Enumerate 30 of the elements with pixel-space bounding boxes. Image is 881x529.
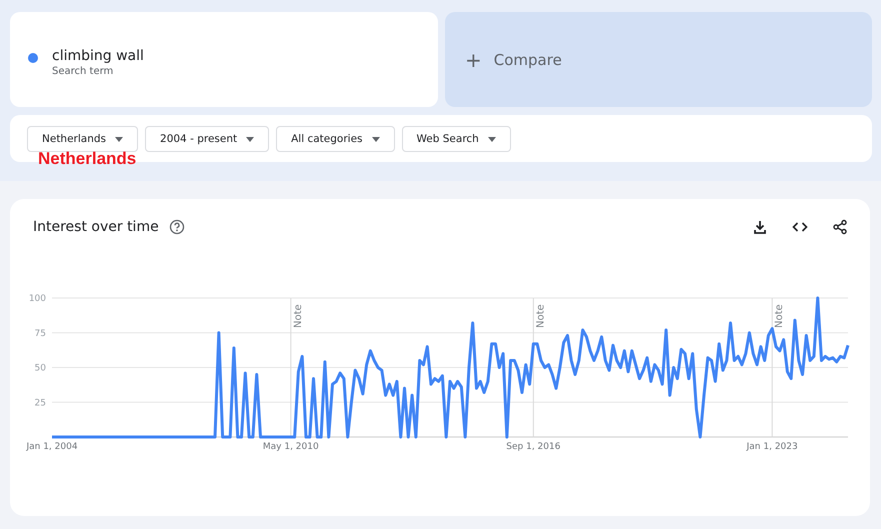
search-term: climbing wall <box>52 48 144 64</box>
axis-label: Sep 1, 2016 <box>506 442 560 452</box>
download-icon[interactable] <box>752 219 768 235</box>
search-term-caption: Search term <box>52 66 114 77</box>
note-label: Note <box>774 304 786 328</box>
note-label: Note <box>535 304 546 328</box>
plus-icon: + <box>465 48 482 72</box>
caret-icon <box>115 136 124 142</box>
caret-icon <box>372 136 380 142</box>
filter-dropdown[interactable]: 2004 - present <box>145 126 270 152</box>
caret-icon <box>488 136 496 142</box>
filter-dropdown[interactable]: Netherlands <box>27 126 138 152</box>
axis-label: 50 <box>34 364 46 374</box>
search-term-card[interactable]: climbing wall Search term <box>10 12 438 107</box>
share-icon[interactable] <box>832 219 848 235</box>
axis-label: 75 <box>34 328 46 339</box>
axis-label: 25 <box>34 398 46 408</box>
help-icon[interactable] <box>168 219 185 235</box>
compare-label: Compare <box>494 50 562 68</box>
overlay-label: Netherlands <box>38 149 136 169</box>
axis-label: Jan 1, 2004 <box>26 442 78 452</box>
panel-title: Interest over time <box>33 219 159 235</box>
compare-button[interactable]: + Compare <box>445 12 872 107</box>
filter-dropdown[interactable]: All categories <box>276 126 395 152</box>
axis-label: Jan 1, 2023 <box>746 442 798 452</box>
axis-label: 100 <box>28 294 46 304</box>
caret-icon <box>246 136 254 142</box>
axis-label: May 1, 2010 <box>262 442 319 452</box>
note-label: Note <box>292 304 304 328</box>
filter-dropdown[interactable]: Web Search <box>402 126 511 152</box>
